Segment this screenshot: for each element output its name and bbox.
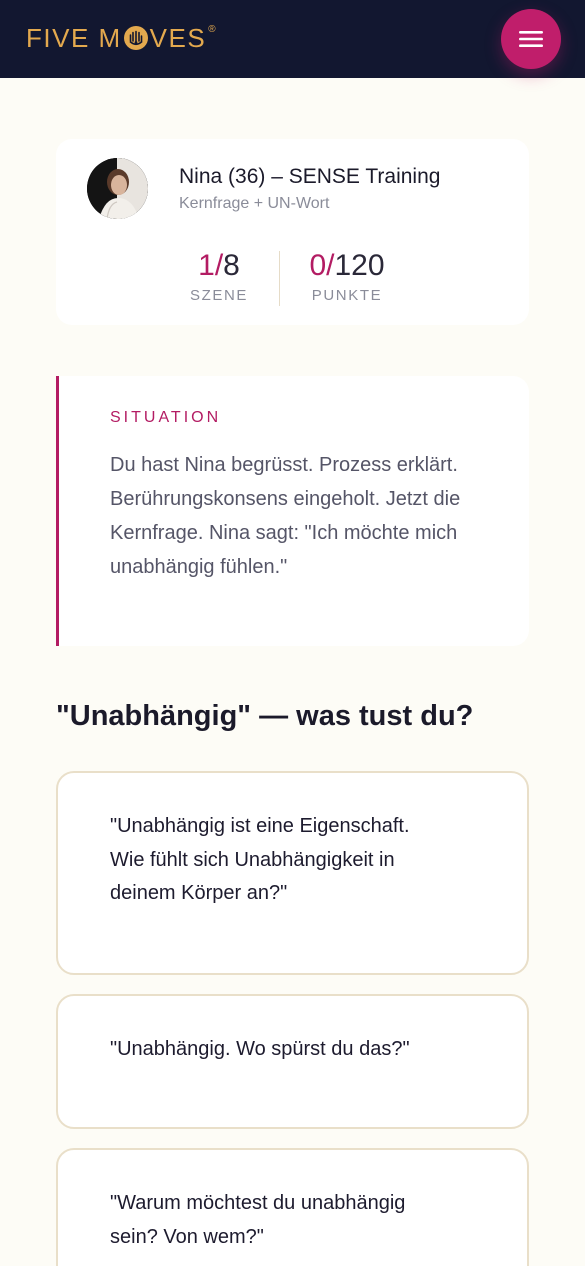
scene-counter: 1/8 SZENE xyxy=(164,249,274,304)
situation-label: SITUATION xyxy=(110,409,222,426)
situation-text: Du hast Nina begrüsst. Prozess erklärt. … xyxy=(110,454,461,578)
scene-separator: / xyxy=(214,249,224,282)
scene-label: SZENE xyxy=(189,287,248,304)
points-counter: 0/120 PUNKTE xyxy=(292,249,402,304)
page: FIVE M VES ® Nina (36) – SENSE Training … xyxy=(0,0,585,1266)
answer-option-1[interactable]: "Unabhängig ist eine Eigenschaft. Wie fü… xyxy=(56,771,529,975)
logo-text-part2: VES xyxy=(149,22,207,53)
answer-option-text: "Warum möchtest du unabhängig sein? Von … xyxy=(110,1192,406,1248)
answer-option-text: "Unabhängig. Wo spürst du das?" xyxy=(110,1038,410,1060)
profile-subtitle: Kernfrage + UN-Wort xyxy=(179,195,330,212)
points-total: 120 xyxy=(334,249,385,282)
five-moves-logo[interactable]: FIVE M VES ® xyxy=(26,22,217,54)
top-bar: FIVE M VES ® xyxy=(0,0,585,78)
scene-total: 8 xyxy=(223,249,240,282)
points-label: PUNKTE xyxy=(311,287,383,304)
scene-value: 1/8 xyxy=(164,249,274,283)
situation-card: SITUATION Du hast Nina begrüsst. Prozess… xyxy=(56,376,529,646)
points-value: 0/120 xyxy=(292,249,402,283)
logo-text-part1: FIVE M xyxy=(26,22,122,53)
hand-eye-icon xyxy=(123,26,148,50)
profile-name: Nina (36) – SENSE Training xyxy=(179,165,441,188)
answer-option-3[interactable]: "Warum möchtest du unabhängig sein? Von … xyxy=(56,1148,529,1266)
answer-option-2[interactable]: "Unabhängig. Wo spürst du das?" xyxy=(56,994,529,1129)
avatar xyxy=(87,158,148,219)
stat-divider xyxy=(279,251,280,306)
profile-card: Nina (36) – SENSE Training Kernfrage + U… xyxy=(56,139,529,325)
scene-current: 1 xyxy=(198,249,215,282)
registered-mark: ® xyxy=(208,24,218,35)
avatar-photo xyxy=(87,158,148,219)
answer-option-text: "Unabhängig ist eine Eigenschaft. Wie fü… xyxy=(110,815,410,904)
question-heading: "Unabhängig" — was tust du? xyxy=(56,700,474,732)
hamburger-menu-icon xyxy=(519,31,543,47)
menu-button[interactable] xyxy=(501,9,561,69)
points-current: 0 xyxy=(309,249,327,282)
